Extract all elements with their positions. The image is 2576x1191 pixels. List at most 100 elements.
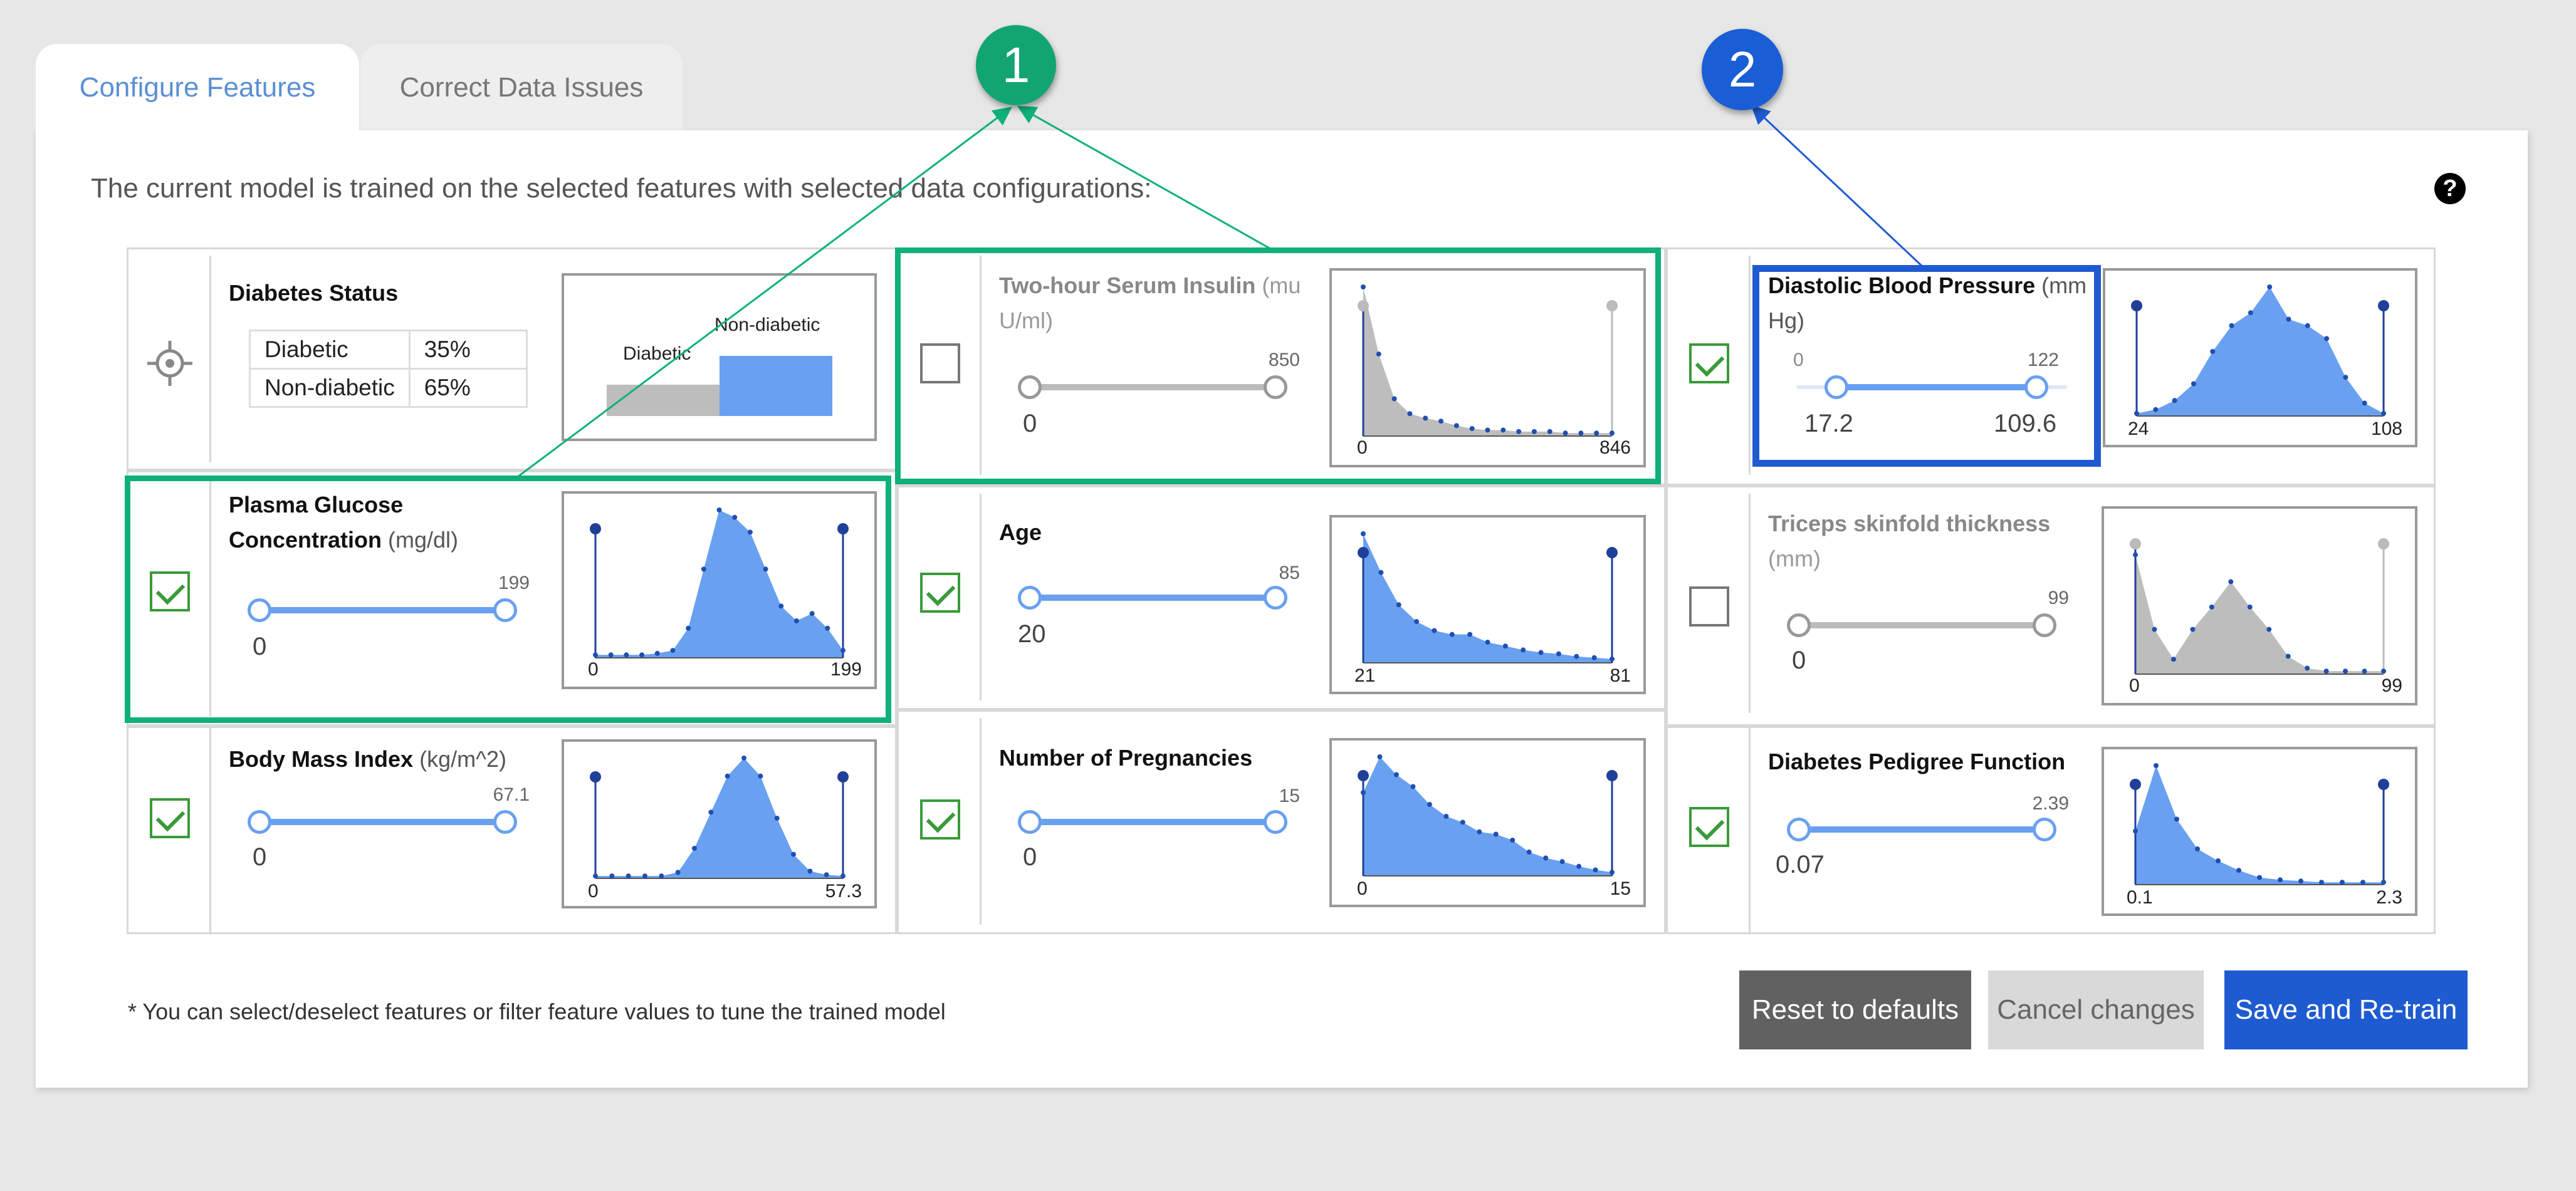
- footnote: * You can select/deselect features or fi…: [128, 999, 946, 1024]
- checkbox-area: [899, 718, 982, 925]
- slider-min-value: 20: [1018, 620, 1046, 648]
- range-slider-triceps[interactable]: [1787, 600, 2056, 650]
- density-point: [626, 873, 631, 879]
- range-min-marker-head: [2130, 779, 2141, 790]
- histogram-svg: [1358, 754, 1618, 876]
- help-icon[interactable]: ?: [2434, 173, 2466, 204]
- density-point: [1443, 814, 1449, 819]
- density-point: [2248, 310, 2253, 316]
- density-point: [1432, 628, 1437, 633]
- axis-max-label: 108: [2370, 419, 2402, 439]
- axis-min-label: 0.1: [2127, 887, 2153, 908]
- axis-max-label: 2.3: [2376, 887, 2402, 908]
- feature-checkbox-bp[interactable]: [1689, 343, 1729, 383]
- histogram-bmi: 0 57.3: [562, 739, 877, 908]
- slider-max-handle[interactable]: [2033, 818, 2056, 841]
- density-point: [840, 873, 846, 879]
- density-point: [758, 773, 763, 779]
- density-point: [1593, 867, 1598, 873]
- tab-configure-features[interactable]: Configure Features: [36, 44, 359, 132]
- histogram-svg: [2131, 284, 2389, 417]
- range-slider-pedigree[interactable]: [1787, 804, 2056, 855]
- histogram-bp: 24 108: [2103, 268, 2417, 447]
- density-point: [2323, 668, 2329, 674]
- density-point: [708, 809, 714, 815]
- histogram-svg: [2130, 538, 2389, 675]
- density-point: [2381, 880, 2386, 885]
- density-point: [1526, 850, 1532, 855]
- density-point: [1414, 619, 1420, 625]
- range-max-marker-head: [837, 771, 849, 783]
- range-max-marker-head: [2378, 538, 2389, 549]
- density-point: [2343, 375, 2348, 380]
- checkbox-area: [1668, 728, 1751, 935]
- density-point: [2134, 410, 2139, 416]
- feature-checkbox-pedigree[interactable]: [1689, 807, 1729, 847]
- density-point: [2154, 763, 2159, 768]
- target-icon: [147, 341, 192, 386]
- slider-min-handle[interactable]: [248, 810, 271, 834]
- feature-title: Diabetes Pedigree Function: [1768, 749, 2066, 774]
- histogram-triceps: 0 99: [2102, 506, 2417, 705]
- slider-max-handle[interactable]: [493, 810, 517, 834]
- slider-min-handle[interactable]: [1018, 586, 1042, 610]
- checkbox-area: [128, 728, 211, 935]
- slider-min-handle[interactable]: [1787, 613, 1811, 637]
- reset-button[interactable]: Reset to defaults: [1739, 970, 1971, 1049]
- density-point: [1559, 859, 1565, 865]
- slider-track: [1787, 826, 2056, 833]
- density-point: [791, 851, 796, 857]
- density-point: [774, 816, 780, 821]
- density-point: [1361, 531, 1366, 536]
- feature-title: Number of Pregnancies: [999, 745, 1253, 771]
- target-distribution-table: Diabetic 35% Non-diabetic 65%: [249, 330, 528, 408]
- density-point: [1510, 838, 1516, 843]
- density-point: [2343, 668, 2348, 674]
- range-slider-bmi[interactable]: [248, 797, 517, 847]
- checkbox-area: [1668, 494, 1751, 713]
- table-row: Diabetic 35%: [249, 330, 528, 370]
- save-retrain-button[interactable]: Save and Re-train: [2224, 970, 2468, 1049]
- highlight-insulin: [895, 247, 1661, 484]
- cancel-button[interactable]: Cancel changes: [1988, 970, 2204, 1049]
- density-point: [2362, 400, 2367, 406]
- feature-checkbox-pregnancies[interactable]: [920, 799, 960, 840]
- density-point: [1521, 647, 1526, 653]
- feature-cell-age: Age 85 20 21 81: [897, 486, 1666, 710]
- density-point: [2191, 381, 2196, 387]
- density-point: [2133, 552, 2138, 558]
- axis-max-label: 15: [1610, 878, 1631, 899]
- density-point: [2210, 349, 2216, 354]
- range-min-marker-head: [1358, 547, 1369, 558]
- feature-checkbox-age[interactable]: [920, 573, 960, 613]
- density-point: [692, 846, 697, 851]
- density-point: [2174, 816, 2179, 822]
- tab-correct-data-issues[interactable]: Correct Data Issues: [360, 44, 683, 132]
- slider-track: [1787, 622, 2056, 628]
- density-point: [1377, 754, 1383, 759]
- range-slider-age[interactable]: [1018, 573, 1287, 623]
- slider-max-handle[interactable]: [1264, 586, 1287, 610]
- intro-text: The current model is trained on the sele…: [91, 173, 1152, 204]
- slider-max-handle[interactable]: [1264, 810, 1287, 834]
- feature-checkbox-triceps[interactable]: [1689, 586, 1729, 627]
- density-point: [1538, 650, 1544, 655]
- density-point: [2229, 323, 2234, 328]
- histogram-age: 21 81: [1329, 515, 1646, 694]
- density-point: [2236, 868, 2241, 873]
- density-point: [1576, 863, 1582, 869]
- density-point: [593, 873, 598, 879]
- density-point: [1396, 602, 1401, 608]
- feature-checkbox-bmi[interactable]: [150, 798, 190, 838]
- slider-max-handle[interactable]: [2033, 613, 2056, 637]
- density-point: [1493, 831, 1499, 837]
- slider-min-value: 0: [1023, 843, 1037, 871]
- density-point: [2298, 878, 2303, 884]
- slider-min-handle[interactable]: [1018, 810, 1042, 834]
- range-max-marker-head: [1606, 547, 1618, 558]
- slider-min-handle[interactable]: [1787, 818, 1811, 841]
- range-slider-pregnancies[interactable]: [1018, 797, 1287, 847]
- density-point: [2305, 665, 2310, 671]
- bar-label-diabetic: Diabetic: [623, 343, 691, 364]
- feature-cell-pregnancies: Number of Pregnancies 15 0 0 15: [897, 710, 1666, 934]
